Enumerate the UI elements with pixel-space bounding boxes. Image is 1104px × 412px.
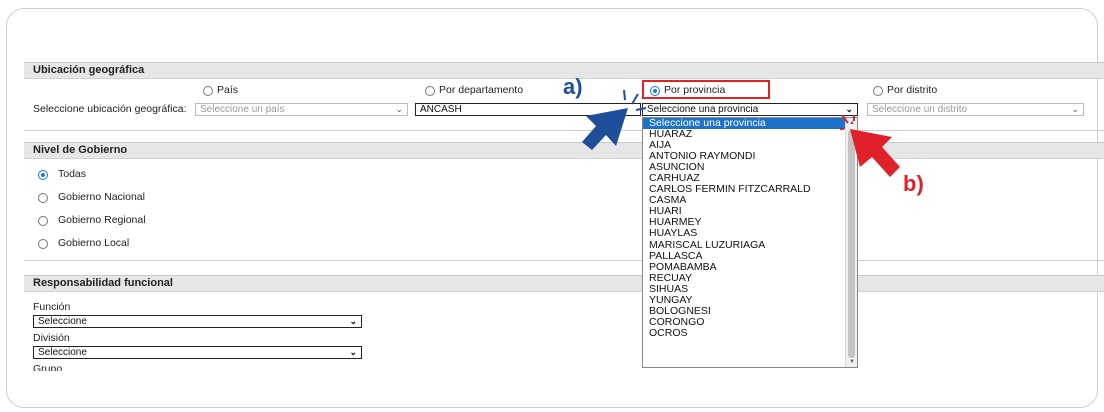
- ubicacion-prompt-label: Seleccione ubicación geográfica:: [33, 103, 187, 115]
- radio-todas-label: Todas: [58, 168, 87, 180]
- provincia-select[interactable]: Seleccione una provincia ⌄: [642, 103, 858, 116]
- radio-por-departamento[interactable]: [425, 86, 435, 96]
- annotation-b: b): [903, 171, 924, 196]
- distrito-select-value: Seleccione un distrito: [872, 104, 968, 115]
- division-select-value: Seleccione: [38, 347, 87, 358]
- chevron-down-icon: ⌄: [349, 347, 357, 357]
- radio-pais-label: País: [217, 84, 239, 96]
- provincia-option[interactable]: HUARAZ: [643, 129, 857, 140]
- radio-pais[interactable]: [203, 86, 213, 96]
- chevron-down-icon: ⌄: [395, 104, 403, 114]
- provincia-options: Seleccione una provincia HUARAZ AIJA ANTONI…: [643, 118, 857, 339]
- scroll-down-icon[interactable]: ▼: [849, 359, 855, 365]
- divider: [24, 130, 1104, 131]
- chevron-down-icon: ⌄: [845, 104, 853, 114]
- provincia-option[interactable]: PALLASCA: [643, 250, 857, 262]
- provincia-select-value: Seleccione una provincia: [647, 104, 759, 115]
- radio-gobierno-local[interactable]: [38, 239, 48, 249]
- grupo-label: Grupo: [33, 363, 63, 371]
- highlight-box: [642, 80, 770, 99]
- provincia-option[interactable]: MARISCAL LUZURIAGA: [643, 239, 857, 251]
- division-label: División: [33, 332, 70, 344]
- departamento-select-value: ANCASH: [420, 104, 462, 115]
- radio-gobierno-regional[interactable]: [38, 216, 48, 226]
- chevron-down-icon: ⌄: [349, 316, 357, 326]
- radio-gobierno-local-label: Gobierno Local: [58, 237, 130, 249]
- pais-select-value: Seleccione un país: [200, 104, 285, 115]
- funcion-label: Función: [33, 301, 71, 313]
- radio-por-departamento-label: Por departamento: [439, 84, 524, 96]
- radio-gobierno-nacional-label: Gobierno Nacional: [58, 191, 145, 203]
- provincia-dropdown-list[interactable]: Seleccione una provincia HUARAZ AIJA ANTONI…: [642, 117, 858, 368]
- chevron-down-icon: ⌄: [1071, 104, 1079, 114]
- radio-gobierno-nacional[interactable]: [38, 193, 48, 203]
- section-header-responsabilidad: Responsabilidad funcional: [24, 275, 1104, 292]
- divider: [24, 260, 1104, 261]
- blue-cursor-arrow-icon: [582, 89, 647, 150]
- radio-por-distrito[interactable]: [873, 86, 883, 96]
- funcion-select-value: Seleccione: [38, 316, 87, 327]
- pais-select[interactable]: Seleccione un país ⌄: [195, 103, 408, 116]
- radio-por-distrito-label: Por distrito: [887, 84, 938, 96]
- radio-todas[interactable]: [38, 170, 48, 180]
- division-select[interactable]: Seleccione ⌄: [33, 346, 362, 359]
- provincia-option[interactable]: POMABAMBA: [643, 261, 857, 273]
- provincia-option[interactable]: OCROS: [643, 327, 857, 339]
- funcion-select[interactable]: Seleccione ⌄: [33, 315, 362, 328]
- provincia-option[interactable]: HUAYLAS: [643, 228, 857, 239]
- radio-gobierno-regional-label: Gobierno Regional: [58, 214, 146, 226]
- section-header-nivel: Nivel de Gobierno: [24, 142, 1104, 159]
